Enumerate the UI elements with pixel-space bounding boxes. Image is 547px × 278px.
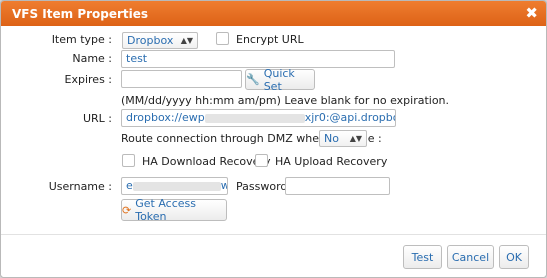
item-type-label: Item type : bbox=[51, 33, 112, 46]
ha-upload-label: HA Upload Recovery bbox=[275, 155, 388, 168]
dialog-content: Item type : Dropbox ▲▼ Encrypt URL Name … bbox=[1, 26, 546, 234]
url-input[interactable]: dropbox://ewp xjr0:@api.dropboxa bbox=[121, 109, 396, 127]
expires-label: Expires : bbox=[64, 73, 112, 86]
wrench-icon: 🔧 bbox=[246, 73, 260, 86]
route-dmz-value: No bbox=[324, 132, 339, 145]
username-label: Username : bbox=[48, 180, 112, 193]
ha-upload-checkbox[interactable] bbox=[255, 154, 268, 167]
redacted-text bbox=[132, 181, 221, 191]
username-input[interactable]: ew bbox=[121, 177, 228, 195]
expires-hint: (MM/dd/yyyy hh:mm am/pm) Leave blank for… bbox=[121, 94, 450, 107]
name-input[interactable]: test bbox=[121, 50, 395, 68]
item-type-value: Dropbox bbox=[127, 34, 174, 47]
chevron-down-icon: ▲▼ bbox=[349, 134, 362, 143]
url-value-end: xjr0:@api.dropboxa bbox=[304, 111, 395, 124]
get-access-token-button[interactable]: ⟳ Get Access Token bbox=[121, 197, 227, 223]
url-value-start: dropbox://ewp bbox=[126, 111, 205, 124]
dialog-titlebar[interactable]: VFS Item Properties ✖ bbox=[1, 1, 546, 26]
name-label: Name : bbox=[72, 52, 112, 65]
item-type-select[interactable]: Dropbox ▲▼ bbox=[122, 32, 198, 49]
dialog-title: VFS Item Properties bbox=[12, 6, 149, 21]
quick-set-label: Quick Set bbox=[263, 66, 295, 93]
redacted-text bbox=[204, 113, 305, 123]
ok-button[interactable]: OK bbox=[499, 245, 529, 269]
dialog-footer: Test Cancel OK bbox=[1, 234, 546, 277]
route-dmz-select[interactable]: No ▲▼ bbox=[319, 130, 367, 147]
chevron-down-icon: ▲▼ bbox=[180, 36, 193, 45]
close-icon[interactable]: ✖ bbox=[525, 4, 538, 22]
encrypt-url-label: Encrypt URL bbox=[236, 33, 304, 46]
get-access-token-label: Get Access Token bbox=[135, 197, 196, 223]
ha-download-label: HA Download Recovery bbox=[142, 155, 271, 168]
quick-set-button[interactable]: 🔧 Quick Set bbox=[245, 66, 315, 93]
expires-input[interactable] bbox=[121, 70, 242, 88]
username-value-end: w bbox=[221, 179, 227, 192]
ha-download-checkbox[interactable] bbox=[122, 154, 135, 167]
test-button[interactable]: Test bbox=[403, 245, 442, 269]
vfs-item-properties-dialog: VFS Item Properties ✖ Item type : Dropbo… bbox=[0, 0, 547, 278]
refresh-icon: ⟳ bbox=[122, 203, 132, 217]
password-input[interactable] bbox=[285, 177, 390, 195]
encrypt-url-checkbox[interactable] bbox=[216, 32, 229, 45]
url-label: URL : bbox=[82, 112, 112, 125]
cancel-button[interactable]: Cancel bbox=[447, 245, 494, 269]
username-value-start: e bbox=[126, 179, 133, 192]
